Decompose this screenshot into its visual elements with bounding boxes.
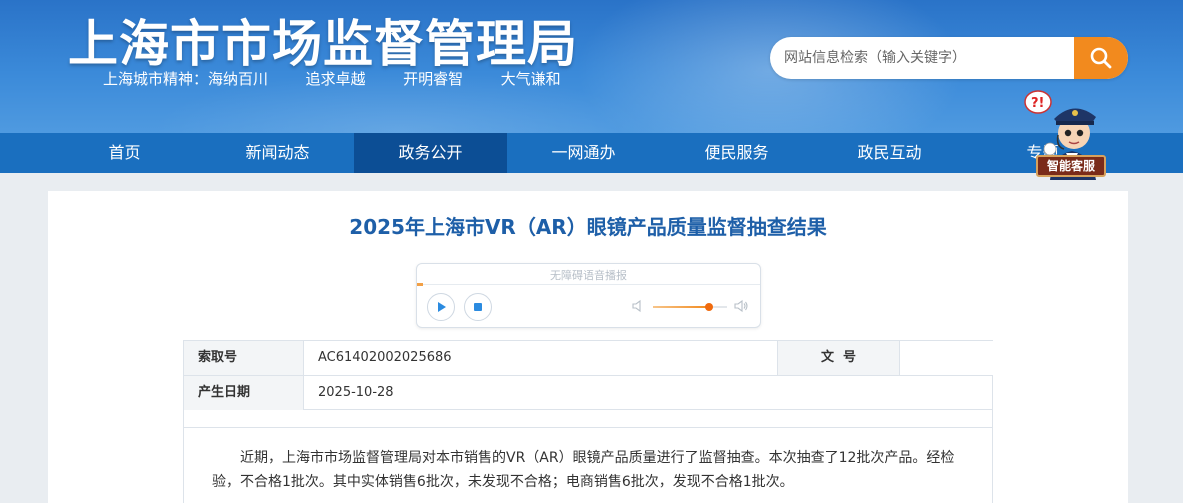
date-value: 2025-10-28 [318, 385, 394, 400]
date-label: 产生日期 [184, 376, 304, 410]
doc-number-label: 文 号 [778, 341, 900, 375]
site-title[interactable]: 上海市市场监督管理局 [68, 4, 578, 76]
index-value: AC61402002025686 [304, 341, 778, 375]
assistant-label[interactable]: 智能客服 [1036, 155, 1106, 177]
nav-item-public-service[interactable]: 便民服务 [660, 133, 813, 173]
doc-number-value [900, 341, 994, 375]
article-meta-table: 索取号 AC61402002025686 文 号 产生日期 2025-10-28 [183, 340, 994, 411]
site-header: 上海市市场监督管理局 上海城市精神：海纳百川 追求卓越 开明睿智 大气谦和 [0, 0, 1183, 133]
table-spacer [183, 410, 993, 428]
search-button[interactable] [1074, 37, 1128, 79]
svg-text:?!: ?! [1031, 96, 1044, 111]
search-box [770, 37, 1128, 79]
nav-item-home[interactable]: 首页 [48, 133, 201, 173]
site-slogan: 上海城市精神：海纳百川 追求卓越 开明睿智 大气谦和 [103, 70, 561, 88]
index-label: 索取号 [184, 341, 304, 375]
search-input[interactable] [784, 48, 1064, 68]
meta-row: 索取号 AC61402002025686 文 号 [184, 341, 994, 376]
search-icon [1090, 47, 1112, 69]
nav-item-interaction[interactable]: 政民互动 [813, 133, 966, 173]
nav-item-online-service[interactable]: 一网通办 [507, 133, 660, 173]
main-nav: 首页 新闻动态 政务公开 一网通办 便民服务 政民互动 专题 [0, 133, 1183, 173]
article-body: 近期，上海市市场监督管理局对本市销售的VR（AR）眼镜产品质量进行了监督抽查。本… [183, 428, 993, 503]
nav-item-gov-affairs[interactable]: 政务公开 [354, 133, 507, 173]
nav-item-news[interactable]: 新闻动态 [201, 133, 354, 173]
meta-row: 产生日期 2025-10-28 [184, 376, 992, 411]
